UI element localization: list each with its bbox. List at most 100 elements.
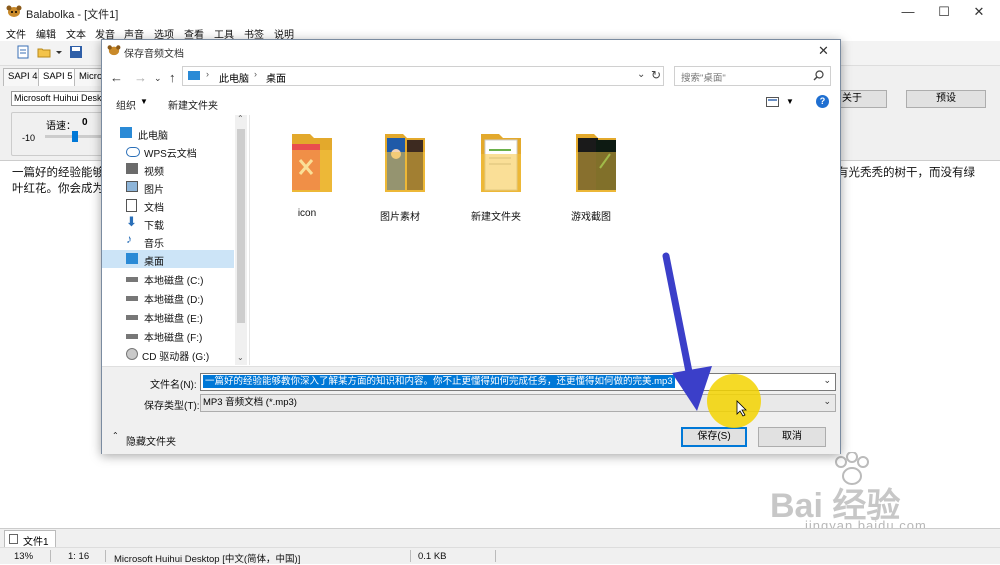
editor-line-1-right: 有光秃秃的树干，而没有绿 <box>837 167 975 179</box>
folder-icon <box>292 134 332 192</box>
search-placeholder: 搜索"桌面" <box>681 73 726 84</box>
cd-icon <box>126 348 138 360</box>
menu-text[interactable]: 文本 <box>66 26 86 41</box>
folder-icon-item[interactable]: icon <box>268 125 346 219</box>
rate-slider-thumb[interactable] <box>72 131 78 142</box>
filetype-select[interactable]: MP3 音频文档 (*.mp3) ⌄ <box>200 394 836 412</box>
nav-scrollbar[interactable]: ⌃ ⌄ <box>235 114 247 365</box>
save-icon[interactable] <box>69 45 83 59</box>
new-document-icon[interactable] <box>16 45 30 59</box>
folder-icon <box>576 134 616 192</box>
open-folder-icon[interactable] <box>37 45 51 59</box>
menu-file[interactable]: 文件 <box>6 26 26 41</box>
cancel-button[interactable]: 取消 <box>758 427 826 447</box>
drive-icon <box>126 296 138 301</box>
download-icon: ⬇ <box>126 214 137 229</box>
forward-arrow-icon[interactable]: → <box>134 70 147 85</box>
chevron-down-icon: ▼ <box>140 97 148 106</box>
save-button[interactable]: 保存(S) <box>681 427 747 447</box>
rate-label: 语速： <box>46 121 76 132</box>
nav-item-this-pc[interactable]: 此电脑 <box>102 124 234 142</box>
nav-item-downloads[interactable]: ⬇ 下载 <box>102 214 234 232</box>
title-bar: Balabolka - [文件1] — ☐ ✕ <box>0 0 1000 24</box>
rate-group: 语速： 0 -10 <box>11 112 108 156</box>
status-bar: 13% 1: 16 Microsoft Huihui Desktop [中文(简… <box>0 547 1000 565</box>
dialog-title-bar: 保存音频文档 ✕ <box>102 40 840 62</box>
help-icon[interactable]: ? <box>816 95 829 108</box>
dialog-close-icon[interactable]: ✕ <box>818 43 829 59</box>
nav-item-pictures[interactable]: 图片 <box>102 178 234 196</box>
chevron-down-icon[interactable]: ⌄ <box>823 375 831 386</box>
drive-icon <box>126 315 138 320</box>
nav-item-drive-d[interactable]: 本地磁盘 (D:) <box>102 288 234 306</box>
voice-select[interactable]: Microsoft Huihui Deskto <box>11 91 105 106</box>
tab-sapi5[interactable]: SAPI 5 <box>38 68 78 87</box>
document-icon <box>9 534 18 544</box>
folder-new-folder[interactable]: 新建文件夹 <box>457 125 535 223</box>
chevron-down-icon: ⌄ <box>823 396 831 406</box>
refresh-icon[interactable]: ↻ <box>651 68 661 82</box>
breadcrumb-this-pc[interactable]: 此电脑 <box>219 70 249 85</box>
chevron-down-icon[interactable]: ▼ <box>786 97 794 106</box>
nav-item-drive-e[interactable]: 本地磁盘 (E:) <box>102 307 234 325</box>
filename-value: 一篇好的经验能够教你深入了解某方面的知识和内容。你不止更懂得如何完成任务，还更懂… <box>203 375 675 388</box>
folder-label: icon <box>297 208 317 219</box>
folder-pictures-material[interactable]: 图片素材 <box>361 125 439 223</box>
chevron-up-icon[interactable]: ⌃ <box>112 431 119 440</box>
menu-bar: 文件 编辑 文本 发音 声音 选项 查看 工具 书签 说明 <box>0 24 1000 41</box>
new-folder-button[interactable]: 新建文件夹 <box>168 97 218 112</box>
organize-button[interactable]: 组织 <box>116 97 136 112</box>
up-arrow-icon[interactable]: ↑ <box>169 70 176 85</box>
filename-input[interactable]: 一篇好的经验能够教你深入了解某方面的知识和内容。你不止更懂得如何完成任务，还更懂… <box>200 373 836 391</box>
recent-chevron-icon[interactable]: ⌄ <box>154 73 162 84</box>
nav-item-desktop[interactable]: 桌面 <box>102 250 234 268</box>
view-options-icon[interactable] <box>766 97 780 108</box>
rate-value: 0 <box>82 117 88 128</box>
search-box[interactable]: 搜索"桌面" <box>674 66 831 86</box>
scroll-down-icon[interactable]: ⌄ <box>237 353 244 362</box>
breadcrumb-sep-icon: › <box>254 69 257 79</box>
close-button[interactable]: ✕ <box>956 0 1000 24</box>
nav-item-documents[interactable]: 文档 <box>102 196 234 214</box>
breadcrumb-desktop[interactable]: 桌面 <box>266 70 286 85</box>
filetype-value: MP3 音频文档 (*.mp3) <box>203 397 297 408</box>
hide-folders-toggle[interactable]: 隐藏文件夹 <box>126 433 176 448</box>
breadcrumb-sep-icon: › <box>206 69 209 79</box>
window-title: Balabolka - [文件1] <box>26 9 119 21</box>
save-audio-dialog: 保存音频文档 ✕ ← → ⌄ ↑ › 此电脑 › 桌面 ⌄ ↻ 搜索"桌面" 组… <box>101 39 841 454</box>
nav-scrollbar-thumb[interactable] <box>237 129 245 323</box>
presets-button[interactable]: 预设 <box>906 90 986 108</box>
folder-icon <box>481 134 521 192</box>
document-tab-label: 文件1 <box>23 537 49 548</box>
status-position: 1: 16 <box>68 551 90 562</box>
documents-icon <box>126 199 137 212</box>
menu-edit[interactable]: 编辑 <box>36 26 56 41</box>
folder-icon <box>385 134 425 192</box>
nav-item-drive-f[interactable]: 本地磁盘 (F:) <box>102 326 234 344</box>
back-arrow-icon[interactable]: ← <box>110 70 123 85</box>
nav-item-music[interactable]: ♪ 音乐 <box>102 232 234 250</box>
editor-line-2-left: 叶红花。你会成为 <box>12 183 104 195</box>
address-dropdown-icon[interactable]: ⌄ <box>637 69 645 80</box>
folder-game-screenshots[interactable]: 游戏截图 <box>552 125 630 223</box>
filename-label: 文件名(N): <box>150 380 197 391</box>
chevron-down-icon[interactable] <box>55 45 63 59</box>
nav-item-wps-cloud[interactable]: WPS云文档 <box>102 142 234 160</box>
status-size: 0.1 KB <box>418 551 447 562</box>
scroll-up-icon[interactable]: ⌃ <box>237 114 244 123</box>
drive-icon <box>126 277 138 282</box>
document-tab[interactable]: 文件1 <box>4 530 56 548</box>
tab-sapi4[interactable]: SAPI 4 <box>3 68 43 86</box>
search-icon <box>813 70 824 81</box>
video-icon <box>126 163 138 174</box>
address-bar[interactable]: › 此电脑 › 桌面 ⌄ ↻ <box>182 66 664 86</box>
dialog-title: 保存音频文档 <box>124 49 184 60</box>
nav-item-drive-c[interactable]: 本地磁盘 (C:) <box>102 269 234 287</box>
cloud-icon <box>126 147 140 157</box>
balabolka-app-icon <box>6 5 22 17</box>
nav-item-videos[interactable]: 视频 <box>102 160 234 178</box>
nav-item-cd-drive[interactable]: CD 驱动器 (G:) <box>102 345 234 363</box>
folder-label: 新建文件夹 <box>471 212 521 223</box>
rate-min-label: -10 <box>22 133 36 143</box>
command-bar: 组织 ▼ 新建文件夹 ▼ ? <box>102 91 840 114</box>
